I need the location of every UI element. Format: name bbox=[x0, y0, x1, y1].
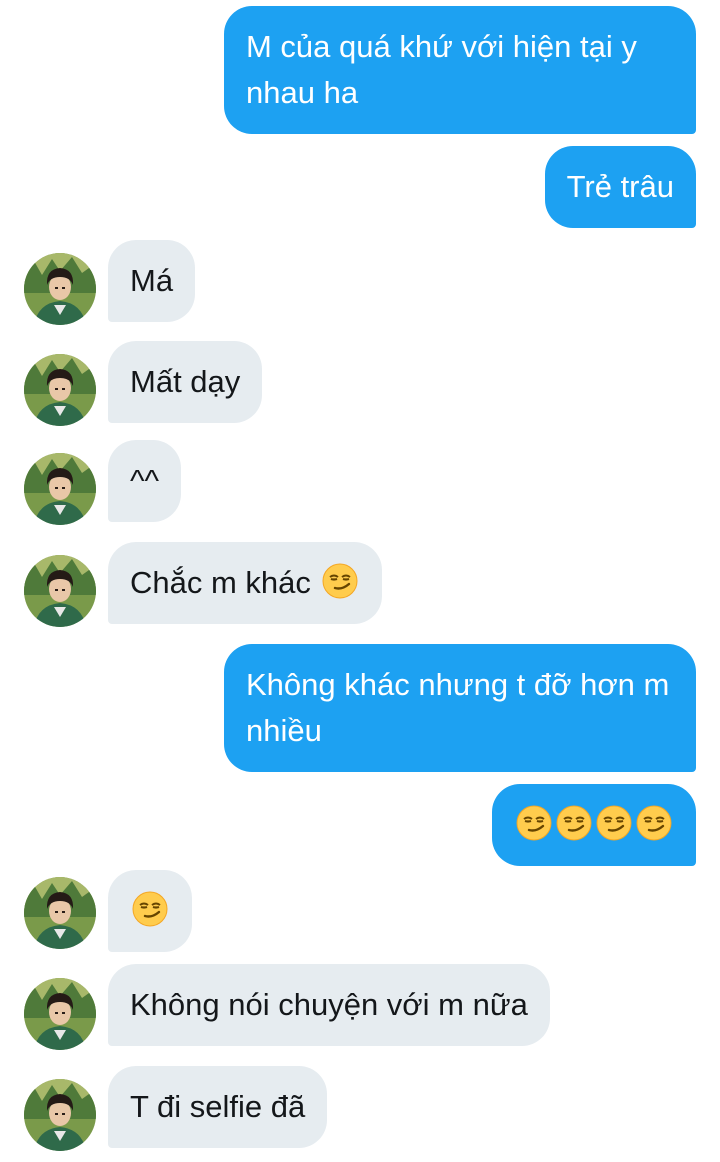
contact-avatar[interactable] bbox=[24, 555, 96, 627]
incoming-message[interactable]: Không nói chuyện với m nữa bbox=[108, 964, 550, 1046]
chat-thread: M của quá khứ với hiện tại y nhau ha Trẻ… bbox=[0, 0, 720, 1162]
message-text: M của quá khứ với hiện tại y nhau ha bbox=[246, 29, 637, 110]
message-text: Chắc m khác bbox=[130, 565, 311, 600]
contact-avatar[interactable] bbox=[24, 877, 96, 949]
outgoing-message[interactable]: Trẻ trâu bbox=[544, 146, 696, 228]
message-text: ^^ bbox=[130, 463, 160, 498]
contact-avatar[interactable] bbox=[24, 354, 96, 426]
smirking-face-icon bbox=[636, 805, 672, 841]
message-text: Trẻ trâu bbox=[566, 169, 674, 204]
message-text: T đi selfie đã bbox=[130, 1089, 306, 1124]
contact-avatar[interactable] bbox=[24, 453, 96, 525]
message-text: Mất dạy bbox=[130, 364, 241, 399]
message-text: Không nói chuyện với m nữa bbox=[130, 987, 528, 1022]
contact-avatar[interactable] bbox=[24, 253, 96, 325]
smirking-face-icon bbox=[516, 805, 552, 841]
smirking-face-icon bbox=[132, 891, 168, 927]
message-text: Má bbox=[130, 263, 174, 298]
incoming-message[interactable]: ^^ bbox=[108, 440, 182, 522]
outgoing-message[interactable]: M của quá khứ với hiện tại y nhau ha bbox=[224, 6, 696, 134]
smirking-face-icon bbox=[556, 805, 592, 841]
incoming-message[interactable]: T đi selfie đã bbox=[108, 1066, 328, 1148]
incoming-message[interactable]: Chắc m khác bbox=[108, 542, 382, 624]
contact-avatar[interactable] bbox=[24, 978, 96, 1050]
smirking-face-icon bbox=[596, 805, 632, 841]
message-text: Không khác nhưng t đỡ hơn m nhiều bbox=[246, 667, 670, 748]
incoming-message[interactable]: Má bbox=[108, 240, 196, 322]
smirking-face-icon bbox=[322, 563, 358, 599]
incoming-message[interactable]: Mất dạy bbox=[108, 341, 263, 423]
contact-avatar[interactable] bbox=[24, 1079, 96, 1151]
outgoing-message[interactable]: Không khác nhưng t đỡ hơn m nhiều bbox=[224, 644, 696, 772]
outgoing-message[interactable] bbox=[492, 784, 696, 866]
incoming-message[interactable] bbox=[108, 870, 192, 952]
